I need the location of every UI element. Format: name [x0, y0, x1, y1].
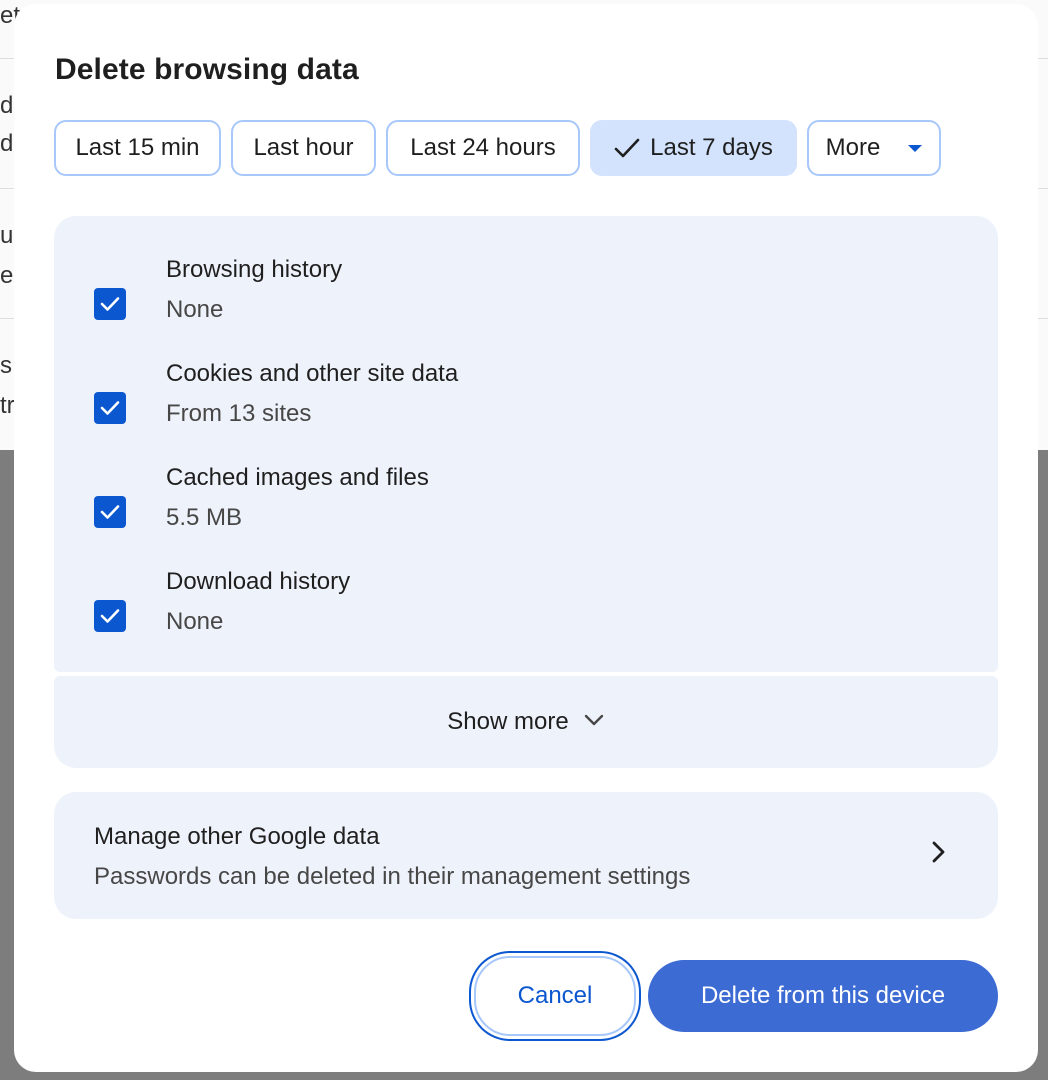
google-data-subtitle: Passwords can be deleted in their manage… — [94, 863, 691, 890]
chip-label: Last hour — [253, 134, 354, 161]
item-title: Cookies and other site data — [166, 360, 459, 387]
dialog-title: Delete browsing data — [55, 53, 359, 86]
time-range-last-15-min[interactable]: Last 15 min — [54, 120, 221, 176]
list-item-cookies[interactable]: Cookies and other site data From 13 site… — [54, 360, 998, 460]
chevron-down-icon — [583, 713, 605, 732]
chevron-right-icon — [930, 840, 946, 869]
item-title: Download history — [166, 568, 351, 595]
list-item-browsing-history[interactable]: Browsing history None — [54, 256, 998, 356]
show-more-button[interactable]: Show more — [54, 676, 998, 768]
item-title: Cached images and files — [166, 464, 429, 491]
chip-label: Last 24 hours — [410, 134, 556, 161]
time-range-more-dropdown[interactable]: More — [807, 120, 941, 176]
background-text: tr — [0, 392, 15, 419]
checkbox-checked-icon[interactable] — [94, 496, 126, 528]
time-range-last-hour[interactable]: Last hour — [231, 120, 376, 176]
chip-label: Last 15 min — [75, 134, 200, 161]
item-subtitle: None — [166, 608, 224, 635]
data-types-list: Browsing history None Cookies and other … — [54, 216, 998, 672]
google-data-title: Manage other Google data — [94, 823, 380, 850]
item-title: Browsing history — [166, 256, 343, 283]
list-item-cached-images[interactable]: Cached images and files 5.5 MB — [54, 464, 998, 564]
item-subtitle: None — [166, 296, 224, 323]
caret-down-icon — [908, 144, 923, 152]
time-range-last-24-hours[interactable]: Last 24 hours — [386, 120, 580, 176]
delete-browsing-data-dialog: Delete browsing data Last 15 min Last ho… — [14, 4, 1038, 1072]
chip-label: Last 7 days — [650, 134, 773, 161]
time-range-last-7-days[interactable]: Last 7 days — [590, 120, 797, 176]
checkmark-icon — [614, 137, 640, 159]
background-text: d — [0, 92, 14, 119]
chip-label: More — [825, 134, 881, 161]
cancel-button[interactable]: Cancel — [474, 956, 636, 1036]
background-text: u — [0, 222, 14, 249]
background-text: s — [0, 352, 12, 379]
background-text: d — [0, 130, 14, 157]
list-item-download-history[interactable]: Download history None — [54, 568, 998, 668]
background-text: e — [0, 262, 14, 289]
delete-from-device-button[interactable]: Delete from this device — [648, 960, 998, 1032]
checkbox-checked-icon[interactable] — [94, 288, 126, 320]
item-subtitle: 5.5 MB — [166, 504, 243, 531]
checkbox-checked-icon[interactable] — [94, 392, 126, 424]
show-more-label: Show more — [447, 708, 569, 735]
item-subtitle: From 13 sites — [166, 400, 312, 427]
manage-google-data-link[interactable]: Manage other Google data Passwords can b… — [54, 792, 998, 919]
checkbox-checked-icon[interactable] — [94, 600, 126, 632]
